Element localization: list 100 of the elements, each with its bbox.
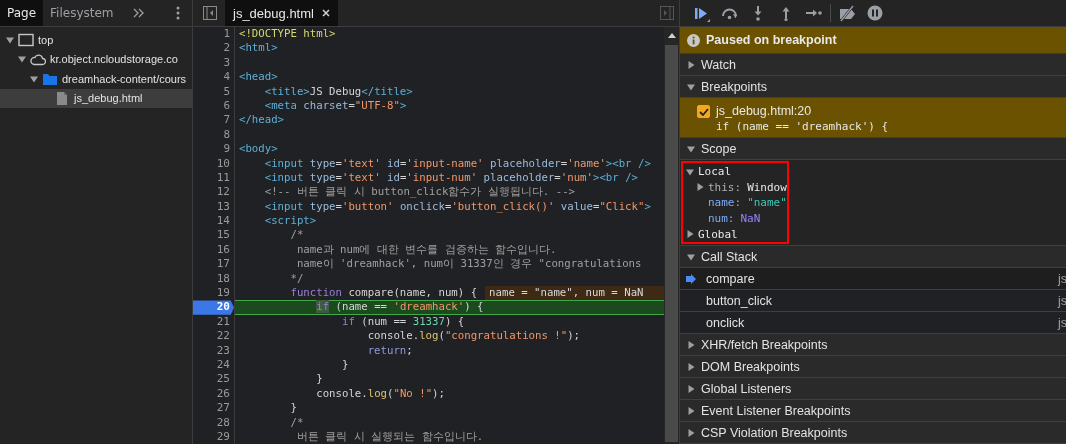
line-number[interactable]: 27 <box>193 401 234 416</box>
frame-location[interactable]: js <box>1057 315 1066 330</box>
line-number[interactable]: 14 <box>193 214 234 229</box>
code-line: <input type='button' onclick='button_click()' value="Click"> <box>263 199 651 215</box>
scope-item[interactable]: Global <box>686 226 787 242</box>
deactivate-breakpoints-icon[interactable] <box>838 4 856 22</box>
more-tabs-icon <box>132 8 145 18</box>
code-line: <!DOCTYPE html> <box>239 27 336 42</box>
line-number[interactable]: 8 <box>193 127 234 143</box>
tree-item[interactable]: dreamhack-content/cours <box>0 69 192 89</box>
tree-item[interactable]: kr.object.ncloudstorage.co <box>0 49 192 69</box>
section-header[interactable]: CSP Violation Breakpoints <box>680 422 1066 444</box>
section-header[interactable]: Call Stack <box>680 246 1066 268</box>
sidebar-toggle-icon <box>660 6 674 20</box>
section-header[interactable]: Global Listeners <box>680 378 1066 400</box>
step-out-icon[interactable] <box>781 5 791 21</box>
file-icon <box>54 91 70 106</box>
code-line: return; <box>366 343 413 358</box>
frame-location[interactable]: js <box>1057 271 1066 286</box>
section-header[interactable]: Watch <box>680 54 1066 76</box>
line-number[interactable]: 16 <box>193 242 234 258</box>
code-line: if (name == 'dreamhack') { <box>315 301 484 314</box>
breakpoint-location[interactable]: js_debug.html:20 <box>716 104 889 118</box>
line-number[interactable]: 21 <box>193 314 234 330</box>
panel-tab[interactable]: Page <box>0 0 44 26</box>
frame-location[interactable]: js <box>1057 293 1066 308</box>
code-line: <head> <box>239 70 278 85</box>
line-number[interactable]: 26 <box>193 386 234 402</box>
line-number[interactable]: 11 <box>193 170 234 186</box>
code-line: if (num == 31337) { <box>340 314 465 330</box>
tree-item[interactable]: top <box>0 30 192 50</box>
function-name: button_click <box>706 293 772 308</box>
banner-text: Paused on breakpoint <box>706 33 837 47</box>
code-line: <script> <box>263 214 317 229</box>
call-frame[interactable]: compare js <box>680 268 1066 290</box>
line-number[interactable]: 15 <box>193 228 234 243</box>
line-number[interactable]: 6 <box>193 98 234 114</box>
line-number[interactable]: 19 <box>193 286 234 301</box>
tree-item[interactable]: js_debug.html <box>0 88 192 108</box>
code-line: name이 'dreamhack', num이 31337인 경우 "congratulations <box>295 257 642 272</box>
line-number[interactable]: 24 <box>193 358 234 373</box>
code-line: <body> <box>239 142 278 157</box>
line-number[interactable]: 17 <box>193 257 234 272</box>
line-number[interactable]: 10 <box>193 156 234 171</box>
code-line: 버튼 클릭 시 실행되는 함수입니다. <box>295 429 484 444</box>
cloud-icon <box>30 52 46 67</box>
panel-tab[interactable]: Filesystem <box>43 0 121 26</box>
code-line: name과 num에 대한 변수를 검증하는 함수입니다. <box>295 242 557 258</box>
line-number[interactable]: 5 <box>193 84 234 99</box>
checkmark-icon <box>698 107 709 116</box>
scope-variable[interactable]: this: Window <box>708 180 787 194</box>
call-frame[interactable]: onclick js <box>680 312 1066 334</box>
line-number[interactable]: 9 <box>193 142 234 157</box>
call-frame[interactable]: button_click js <box>680 290 1066 312</box>
code-line: <input type='text' id='input-name' placeholder='name'><br /> <box>263 156 651 171</box>
code-line: <!-- 버튼 클릭 시 button_click함수가 실행됩니다. --> <box>263 185 576 200</box>
line-number[interactable]: 22 <box>193 329 234 344</box>
line-number[interactable]: 25 <box>193 372 234 387</box>
section-header[interactable]: DOM Breakpoints <box>680 356 1066 378</box>
inline-value: name = "name", num = NaN <box>485 286 664 301</box>
scrollbar-thumb[interactable] <box>665 45 678 442</box>
function-name: compare <box>706 271 755 286</box>
line-number[interactable]: 20 <box>193 300 234 315</box>
checkbox[interactable] <box>697 105 710 118</box>
line-number[interactable]: 13 <box>193 199 234 215</box>
line-number[interactable]: 7 <box>193 113 234 128</box>
code-line: console.log("congratulations !"); <box>366 329 581 344</box>
function-name: onclick <box>706 315 745 330</box>
code-line: </head> <box>239 113 285 128</box>
line-number[interactable]: 12 <box>193 185 234 200</box>
code-line: <title>JS Debug</title> <box>263 84 413 99</box>
section-header[interactable]: Event Listener Breakpoints <box>680 400 1066 422</box>
section-header[interactable]: XHR/fetch Breakpoints <box>680 334 1066 356</box>
code-line: console.log("No !"); <box>315 386 445 402</box>
code-line: } <box>340 358 349 373</box>
line-number[interactable]: 18 <box>193 271 234 287</box>
scope-variable[interactable]: name: "name" <box>708 196 787 210</box>
code-line: /* <box>289 228 304 243</box>
frame-icon <box>18 32 34 47</box>
step-into-icon[interactable] <box>753 5 763 21</box>
info-icon <box>687 33 700 47</box>
scope-item[interactable]: Local <box>686 164 787 180</box>
code-line: function compare(name, num) { <box>289 286 478 301</box>
line-number[interactable]: 3 <box>193 55 234 71</box>
scrollbar[interactable] <box>664 27 679 444</box>
line-number[interactable]: 28 <box>193 415 234 430</box>
line-number[interactable]: 4 <box>193 70 234 85</box>
code-line: /* <box>289 415 304 430</box>
pause-icon[interactable] <box>867 5 883 21</box>
line-number[interactable]: 29 <box>193 429 234 444</box>
line-number[interactable]: 23 <box>193 343 234 358</box>
section-header[interactable]: Breakpoints <box>680 76 1066 98</box>
close-icon <box>321 9 330 17</box>
scope-variable[interactable]: num: NaN <box>708 212 761 226</box>
section-header[interactable]: Scope <box>680 138 1066 160</box>
code-line: <meta charset="UTF-8"> <box>263 98 407 114</box>
file-tab[interactable]: js_debug.html <box>225 0 338 26</box>
line-number[interactable]: 1 <box>193 27 234 42</box>
code-line: */ <box>289 271 304 287</box>
line-number[interactable]: 2 <box>193 41 234 56</box>
